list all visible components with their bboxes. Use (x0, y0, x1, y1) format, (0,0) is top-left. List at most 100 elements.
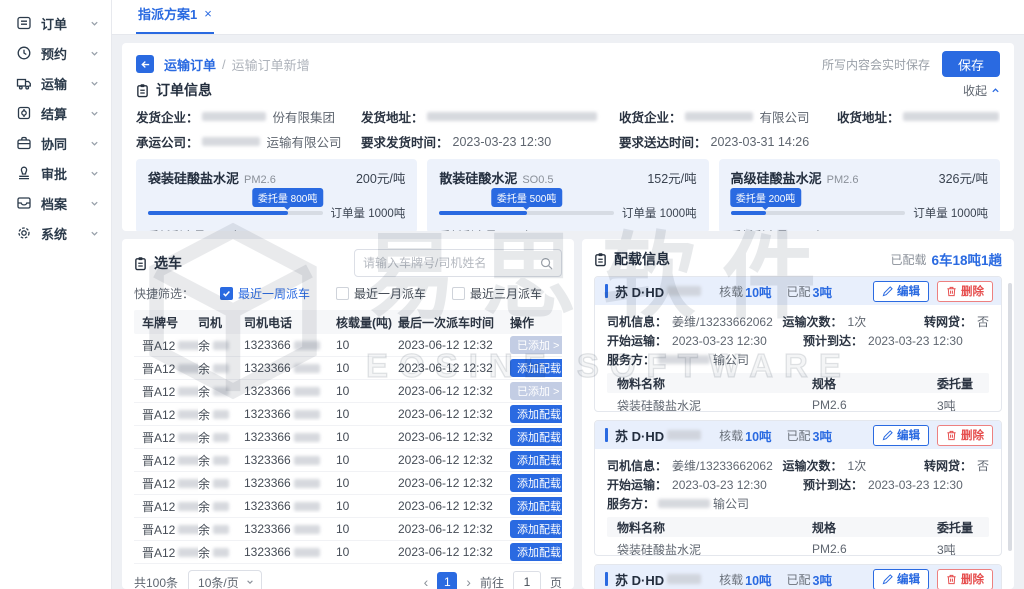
field-value: 有限公司 (760, 107, 810, 126)
redacted-text (667, 430, 701, 440)
chevron-down-icon (90, 139, 99, 148)
sidebar-item-reservation[interactable]: 预约 (0, 38, 111, 68)
collapse-toggle[interactable]: 收起 (963, 82, 1000, 99)
plate-cell: 晋A12 (142, 498, 175, 515)
tab-dispatch-plan[interactable]: 指派方案1 × (136, 4, 214, 34)
page-content: 运输订单 / 运输订单新增 所写内容会实时保存 保存 订单信息 收起 发货企业：… (112, 35, 1024, 589)
plate-cell: 晋A12 (142, 544, 175, 561)
checkbox-icon[interactable] (452, 287, 465, 300)
delete-button[interactable]: 删除 (937, 569, 993, 589)
product-price: 200元/吨 (356, 168, 405, 187)
tab-bar: 指派方案1 × (112, 0, 1024, 35)
pencil-icon (882, 430, 893, 441)
add-load-button[interactable]: 添加配载 > (510, 474, 562, 492)
added-button[interactable]: 已添加 > (510, 382, 562, 400)
prev-page-button[interactable]: ‹ (424, 574, 429, 589)
sidebar-item-settlement[interactable]: 结算 (0, 98, 111, 128)
loan-flag: 转网贷：否 (924, 313, 989, 330)
edit-button[interactable]: 编辑 (873, 281, 929, 302)
table-row: 晋A12 余 1323366 10 2023-06-12 12:32 添加配载 … (134, 426, 562, 449)
edit-button[interactable]: 编辑 (873, 569, 929, 589)
main-area: 指派方案1 × 运输订单 / 运输订单新增 所写内容会实时保存 保存 订单信息 (112, 0, 1024, 589)
checkbox-icon[interactable] (336, 287, 349, 300)
col-header: 核载量(吨) (336, 314, 398, 331)
pencil-icon (882, 286, 893, 297)
capacity-cell: 10 (336, 476, 398, 490)
plate-cell: 晋A12 (142, 429, 175, 446)
entrust-badge: 委托量 500吨 (491, 188, 562, 207)
driver-cell: 余 (198, 452, 210, 469)
sidebar-item-system[interactable]: 系统 (0, 218, 111, 248)
last-dispatch-cell: 2023-06-12 12:32 (398, 453, 510, 467)
scrollbar[interactable] (1008, 283, 1012, 551)
table-row: 晋A12 余 1323366 10 2023-06-12 12:32 已添加 > (134, 334, 562, 357)
chevron-down-icon (90, 229, 99, 238)
driver-cell: 余 (198, 406, 210, 423)
col-header: 司机 (198, 314, 244, 331)
sidebar-item-archive[interactable]: 档案 (0, 188, 111, 218)
back-button[interactable] (136, 55, 154, 73)
entrust-badge: 委托量 200吨 (730, 188, 801, 207)
search-icon[interactable] (540, 257, 553, 270)
next-page-button[interactable]: › (466, 574, 471, 589)
driver-cell: 余 (198, 544, 210, 561)
goto-label: 前往 (480, 574, 504, 589)
add-load-button[interactable]: 添加配载 > (510, 451, 562, 469)
progress-fill (148, 211, 288, 215)
field-label: 收货企业： (619, 107, 682, 126)
redacted-text (178, 548, 198, 557)
sidebar-item-transport[interactable]: 运输 (0, 68, 111, 98)
add-load-button[interactable]: 添加配载 > (510, 359, 562, 377)
clipboard-icon (136, 83, 149, 98)
table-row: 晋A12 余 1323366 10 2023-06-12 12:32 添加配载 … (134, 541, 562, 564)
add-load-button[interactable]: 添加配载 > (510, 543, 562, 561)
search-input[interactable] (363, 256, 540, 270)
sidebar-item-collaboration[interactable]: 协同 (0, 128, 111, 158)
progress-fill (439, 211, 526, 215)
section-title-text: 配载信息 (614, 249, 670, 269)
tab-close-icon[interactable]: × (204, 6, 212, 21)
entrust-progress-bar[interactable]: 委托量 200吨 (731, 211, 906, 215)
redacted-text (667, 574, 701, 584)
breadcrumb-current: 运输订单新增 (232, 55, 310, 74)
last-dispatch-cell: 2023-06-12 12:32 (398, 476, 510, 490)
redacted-text (685, 112, 753, 121)
field-ship-time: 要求发货时间：2023-03-23 12:30 (361, 132, 619, 151)
load-card-header: 苏 D·HD 核载10吨 已配3吨 编辑 删除 (595, 421, 1001, 449)
order-info-title: 订单信息 (136, 80, 212, 100)
entrust-progress-bar[interactable]: 委托量 500吨 (439, 211, 614, 215)
entrust-remaining: 委托剩余量 200吨 (148, 228, 405, 231)
field-value: 份有限集团 (273, 107, 336, 126)
sidebar-item-label: 结算 (41, 104, 90, 123)
add-load-button[interactable]: 添加配载 > (510, 520, 562, 538)
sidebar-item-orders[interactable]: 订单 (0, 8, 111, 38)
save-button[interactable]: 保存 (942, 51, 1000, 77)
delete-button[interactable]: 删除 (937, 425, 993, 446)
filter-last-quarter[interactable]: 最近三月派车 (452, 285, 542, 302)
add-load-button[interactable]: 添加配载 > (510, 428, 562, 446)
phone-cell: 1323366 (244, 499, 291, 513)
checkbox-checked-icon[interactable] (220, 287, 233, 300)
entrust-badge: 委托量 800吨 (252, 188, 323, 207)
sidebar-item-approval[interactable]: 审批 (0, 158, 111, 188)
table-row: 晋A12 余 1323366 10 2023-06-12 12:32 添加配载 … (134, 495, 562, 518)
load-card-body: 司机信息：姜维/13233662062 运输次数：1次 转网贷：否 开始运输：2… (595, 305, 1001, 412)
redacted-text (178, 341, 198, 350)
breadcrumb-parent[interactable]: 运输订单 (164, 55, 216, 74)
chevron-down-icon (90, 79, 99, 88)
page-size-select[interactable]: 10条/页 (188, 570, 262, 589)
col-header: 车牌号 (134, 314, 198, 331)
edit-button[interactable]: 编辑 (873, 425, 929, 446)
delete-button[interactable]: 删除 (937, 281, 993, 302)
stamp-icon (16, 165, 32, 181)
entrust-progress-bar[interactable]: 委托量 800吨 (148, 211, 323, 215)
material-header-row: 物料名称 规格 委托量 (607, 373, 989, 393)
filter-last-week[interactable]: 最近一周派车 (220, 285, 310, 302)
add-load-button[interactable]: 添加配载 > (510, 497, 562, 515)
load-card: 苏 D·HD 核载10吨 已配3吨 编辑 删除 (594, 564, 1002, 589)
current-page[interactable]: 1 (437, 572, 457, 589)
goto-page-input[interactable] (513, 571, 541, 589)
add-load-button[interactable]: 添加配载 > (510, 405, 562, 423)
added-button[interactable]: 已添加 > (510, 336, 562, 354)
filter-last-month[interactable]: 最近一月派车 (336, 285, 426, 302)
